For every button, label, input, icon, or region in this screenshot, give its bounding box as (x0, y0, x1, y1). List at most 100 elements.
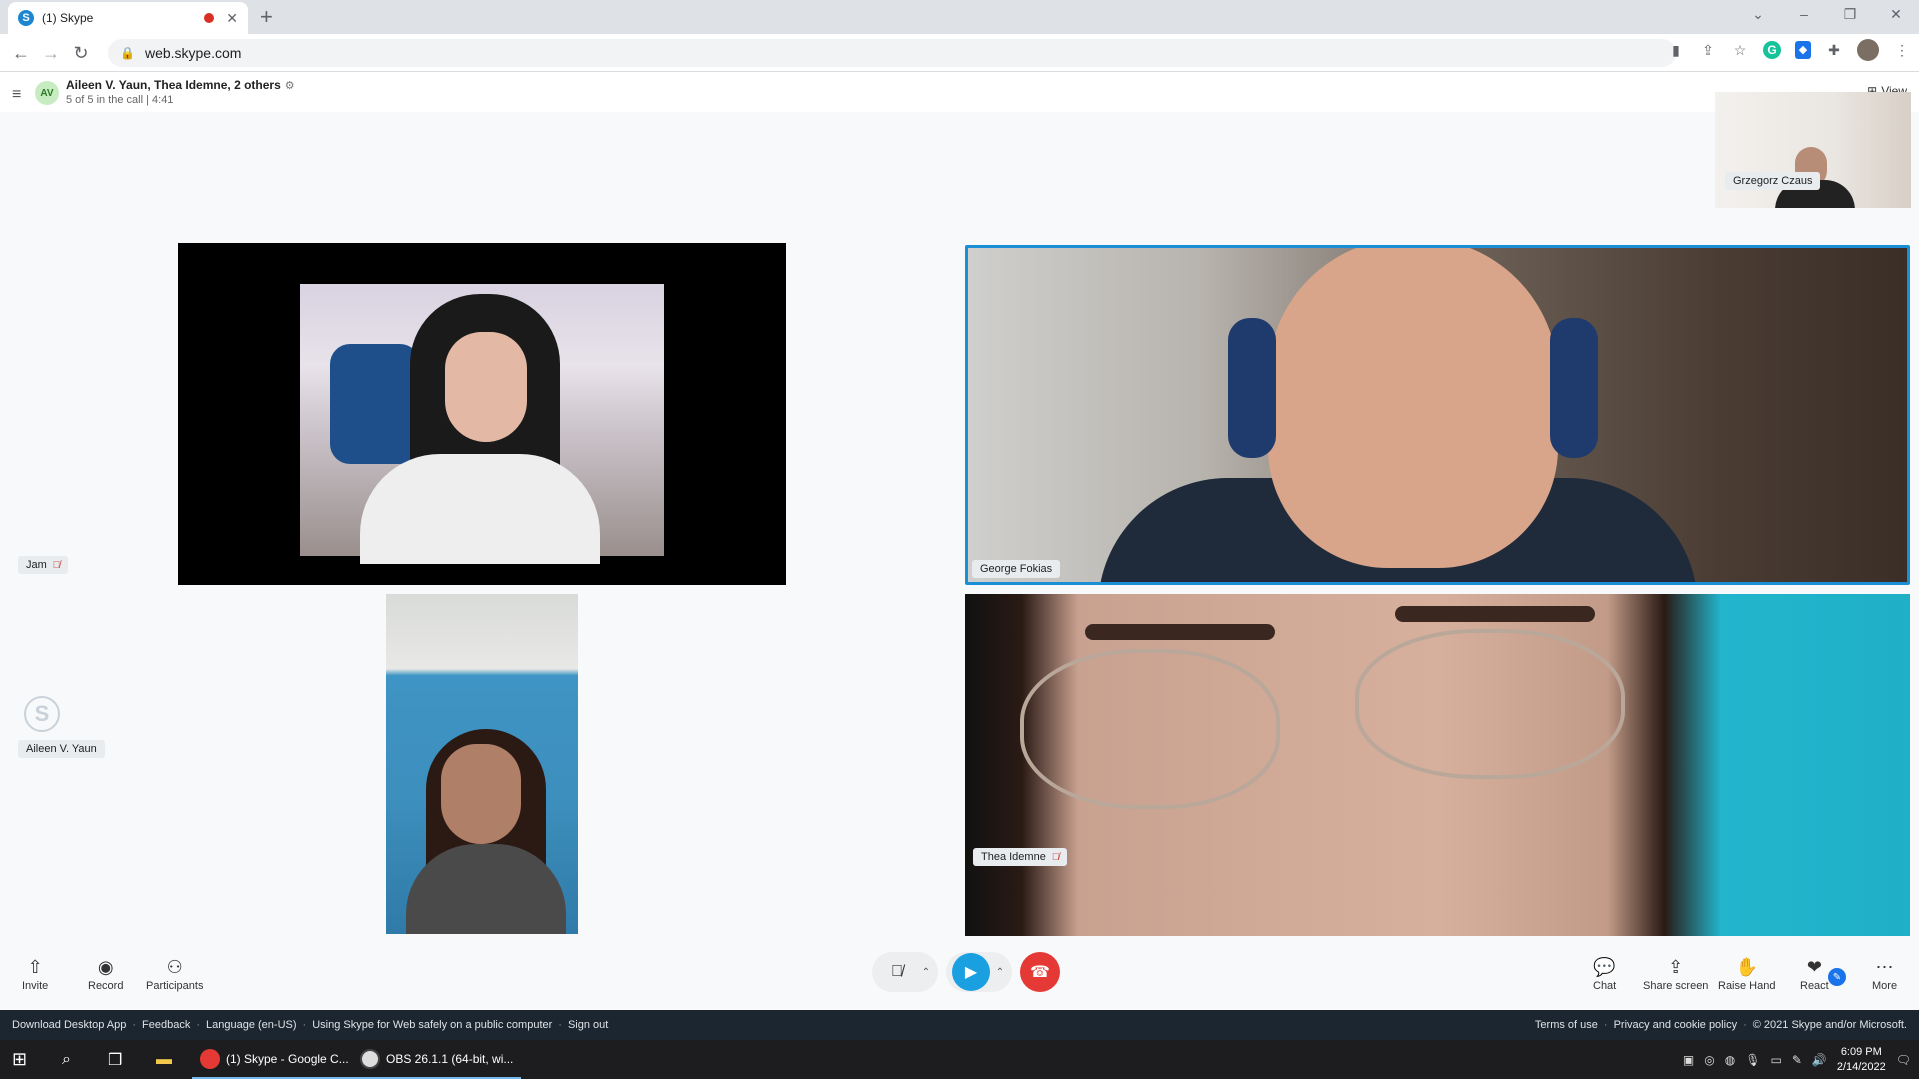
camera-icon[interactable]: ▮ (1667, 41, 1685, 59)
task-view-icon[interactable]: ❒ (108, 1040, 122, 1079)
forward-icon[interactable]: → (38, 40, 64, 66)
muted-mic-icon: 🎙̸ (52, 559, 61, 571)
clock-date: 2/14/2022 (1836, 1060, 1886, 1073)
skype-logo-icon: S (24, 696, 60, 732)
video-tile-george-active-speaker[interactable]: George Fokias (965, 245, 1910, 585)
record-button[interactable]: ◉ Record (88, 954, 123, 992)
raise-hand-button[interactable]: ✋ Raise Hand (1718, 954, 1775, 992)
video-camera-icon[interactable]: ▶ (952, 953, 990, 991)
record-icon: ◉ (97, 957, 114, 977)
bitwarden-icon[interactable]: ◆ (1795, 41, 1811, 59)
share-screen-icon: ⇪ (1668, 957, 1684, 977)
group-avatar[interactable]: AV (35, 81, 59, 105)
tray-app-icon[interactable]: ◎ (1704, 1053, 1714, 1067)
download-app-link[interactable]: Download Desktop App (12, 1019, 126, 1031)
call-header: ≡ AV Aileen V. Yaun, Thea Idemne, 2 othe… (0, 72, 1919, 112)
participants-button[interactable]: ⚇ Participants (146, 954, 203, 992)
safety-link[interactable]: Using Skype for Web safely on a public c… (312, 1019, 552, 1031)
taskbar-app-label: (1) Skype - Google C... (226, 1051, 349, 1066)
heart-icon: ❤ (1806, 957, 1822, 977)
taskbar-chrome-app[interactable]: (1) Skype - Google C... (192, 1040, 357, 1079)
pen-tray-icon[interactable]: ✎ (1792, 1053, 1802, 1067)
participant-name: Jam (26, 559, 47, 571)
video-tile-jam[interactable] (178, 243, 786, 585)
notifications-icon[interactable]: 🗨 (1896, 1053, 1911, 1067)
more-button[interactable]: ⋯ More (1872, 954, 1897, 992)
more-icon: ⋯ (1875, 957, 1894, 977)
taskbar-obs-app[interactable]: OBS 26.1.1 (64-bit, wi... (352, 1040, 522, 1079)
browser-tab-skype[interactable]: S (1) Skype ✕ (8, 2, 248, 34)
feedback-link[interactable]: Feedback (142, 1019, 190, 1031)
browser-tab-bar: S (1) Skype ✕ + ⌄ – ❐ ✕ (0, 0, 1919, 34)
muted-mic-icon: 🎙̸ (1051, 851, 1060, 863)
restore-icon[interactable]: ❐ (1827, 0, 1873, 30)
pen-icon[interactable]: ✎ (1828, 968, 1846, 986)
system-tray: ▣ ◎ ◍ 🎙 ▭ ✎ 🔊 6:09 PM 2/14/2022 🗨 (1683, 1040, 1911, 1079)
browser-toolbar-icons: ▮ ⇪ ☆ G ◆ ✚ ⋮ (1667, 39, 1911, 61)
taskbar-app-label: OBS 26.1.1 (64-bit, wi... (386, 1051, 514, 1066)
invite-label: Invite (22, 980, 49, 992)
clock-time: 6:09 PM (1840, 1045, 1882, 1058)
back-icon[interactable]: ← (8, 40, 34, 66)
share-icon[interactable]: ⇪ (1699, 41, 1717, 59)
participant-name: Thea Idemne (981, 851, 1046, 863)
camera-options-chevron-icon[interactable]: ⌃ (994, 967, 1006, 978)
network-icon[interactable]: ▭ (1770, 1053, 1781, 1067)
bookmark-star-icon[interactable]: ☆ (1731, 41, 1749, 59)
skype-favicon-icon: S (18, 10, 34, 26)
mic-control: 🎙̸ ⌃ (872, 952, 938, 992)
lock-icon: 🔒 (120, 46, 135, 60)
video-feed (1715, 92, 1911, 208)
share-screen-button[interactable]: ⇪ Share screen (1643, 954, 1708, 992)
separator: · (1743, 1019, 1747, 1031)
video-tile-thea[interactable]: Thea Idemne 🎙̸ (965, 594, 1910, 936)
participant-name: Aileen V. Yaun (26, 743, 97, 755)
video-tile-aileen[interactable] (386, 594, 578, 934)
invite-icon: ⇧ (27, 957, 43, 977)
call-title[interactable]: Aileen V. Yaun, Thea Idemne, 2 others ⚙ (66, 78, 295, 92)
hamburger-menu-icon[interactable]: ≡ (12, 86, 21, 104)
media-controls: 🎙̸ ⌃ ▶ ⌃ ☎ (872, 952, 1060, 992)
search-icon[interactable]: ⌕ (62, 1040, 71, 1079)
browser-menu-icon[interactable]: ⋮ (1893, 41, 1911, 59)
tab-search-icon[interactable]: ⌄ (1735, 0, 1781, 30)
close-window-icon[interactable]: ✕ (1873, 0, 1919, 30)
grammarly-icon[interactable]: G (1763, 41, 1781, 59)
close-tab-icon[interactable]: ✕ (226, 10, 238, 27)
language-link[interactable]: Language (en-US) (206, 1019, 297, 1031)
extensions-icon[interactable]: ✚ (1825, 41, 1843, 59)
new-tab-button[interactable]: + (260, 5, 273, 29)
tray-mic-icon[interactable]: 🎙 (1745, 1053, 1760, 1067)
chat-button[interactable]: 💬 Chat (1593, 954, 1616, 992)
video-feed (968, 248, 1907, 582)
sign-out-link[interactable]: Sign out (568, 1019, 608, 1031)
participants-label: Participants (146, 980, 204, 992)
minimize-icon[interactable]: – (1781, 0, 1827, 30)
video-tile-grzegorz[interactable]: Grzegorz Czaus (1715, 92, 1911, 208)
participants-icon: ⚇ (166, 957, 183, 977)
windows-start-icon[interactable]: ⊞ (12, 1040, 27, 1079)
reload-icon[interactable]: ↻ (68, 40, 94, 66)
participant-name: Grzegorz Czaus (1733, 175, 1813, 187)
react-button[interactable]: ❤ React (1800, 954, 1829, 992)
end-call-button[interactable]: ☎ (1020, 952, 1060, 992)
tray-app-icon[interactable]: ◍ (1725, 1053, 1735, 1067)
clock[interactable]: 6:09 PM 2/14/2022 (1837, 1045, 1886, 1075)
terms-link[interactable]: Terms of use (1535, 1019, 1598, 1031)
mic-options-chevron-icon[interactable]: ⌃ (920, 967, 932, 978)
url-field[interactable]: 🔒 web.skype.com (108, 39, 1676, 67)
separator: · (1603, 1019, 1608, 1031)
participant-name-label: Aileen V. Yaun (18, 740, 105, 758)
invite-button[interactable]: ⇧ Invite (22, 954, 48, 992)
volume-icon[interactable]: 🔊 (1812, 1053, 1827, 1067)
url-text: web.skype.com (144, 45, 242, 61)
mic-muted-icon[interactable]: 🎙̸ (878, 953, 916, 991)
tray-app-icon[interactable]: ▣ (1683, 1053, 1694, 1067)
profile-avatar[interactable] (1857, 39, 1879, 61)
separator: · (196, 1019, 201, 1031)
more-label: More (1872, 980, 1898, 992)
privacy-link[interactable]: Privacy and cookie policy (1614, 1019, 1738, 1031)
file-explorer-icon[interactable]: ▬ (156, 1040, 172, 1079)
recording-indicator-icon (204, 13, 215, 23)
settings-gear-icon[interactable]: ⚙ (285, 80, 295, 92)
